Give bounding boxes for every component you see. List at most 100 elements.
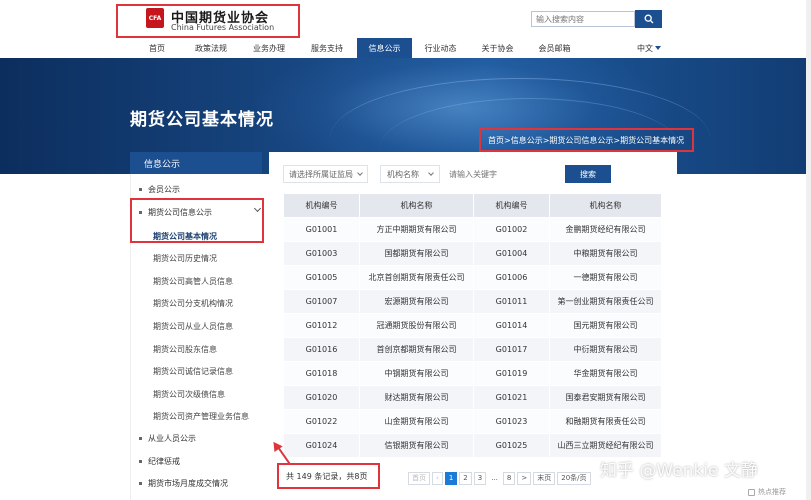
org-name-link[interactable]: 山金期货有限公司 [359,409,474,434]
page-button[interactable]: 3 [473,471,487,485]
sidebar-subitem-staff[interactable]: 期货公司从业人员信息 [153,321,233,332]
nav-item-policy[interactable]: 政策法规 [181,38,241,58]
org-name-link[interactable]: 中衍期货有限公司 [549,337,662,362]
nav-item-home[interactable]: 首页 [133,38,181,58]
breadcrumb[interactable]: 首页>信息公示>期货公司信息公示>期货公司基本情况 [479,128,694,152]
org-code: G01023 [473,409,550,434]
sidebar-item-label: 纪律惩戒 [148,457,180,466]
site-search-button[interactable] [635,10,662,28]
org-code: G01011 [473,289,550,314]
sidebar-subitem-shareholders[interactable]: 期货公司股东信息 [153,344,217,355]
table-row: G01007 宏源期货有限公司 G01011 第一创业期货有限责任公司 [283,289,662,314]
table-row: G01022 山金期货有限公司 G01023 和融期货有限责任公司 [283,409,662,434]
org-name-link[interactable]: 华金期货有限公司 [549,361,662,386]
logo-icon[interactable]: CFA [146,8,164,28]
page-button[interactable]: 1 [444,471,458,485]
nav-item-mail[interactable]: 会员邮箱 [526,38,583,58]
sidebar-subitem-executives[interactable]: 期货公司高管人员信息 [153,276,233,287]
org-code: G01019 [473,361,550,386]
sidebar-subitem-asset-mgmt[interactable]: 期货公司资产管理业务信息 [153,411,249,422]
sidebar-item-label: 期货市场月度成交情况 [148,479,228,488]
watermark: 知乎 @Wenkie 文静 [600,461,758,481]
sidebar-item-label: 会员公示 [148,185,180,194]
org-code: G01003 [283,241,360,266]
field-select[interactable]: 机构名称 [380,165,440,183]
sidebar-item-discipline[interactable]: 纪律惩戒 [139,456,180,467]
org-name-link[interactable]: 宏源期货有限公司 [359,289,474,314]
sidebar-annotation-box [130,198,264,243]
column-header: 机构名称 [359,193,474,218]
org-code: G01004 [473,241,550,266]
table-row: G01020 财达期货有限公司 G01021 国泰君安期货有限公司 [283,385,662,410]
chevron-down-icon [655,46,661,50]
org-name-link[interactable]: 山西三立期货经纪有限公司 [549,433,662,458]
nav-item-service[interactable]: 服务支持 [297,38,357,58]
org-name-link[interactable]: 北京首创期货有限责任公司 [359,265,474,290]
org-code: G01021 [473,385,550,410]
org-name-link[interactable]: 一德期货有限公司 [549,265,662,290]
org-code: G01006 [473,265,550,290]
org-name-link[interactable]: 财达期货有限公司 [359,385,474,410]
nav-item-disclosure[interactable]: 信息公示 [357,38,412,58]
sidebar-subitem-branches[interactable]: 期货公司分支机构情况 [153,298,233,309]
org-name-link[interactable]: 国元期货有限公司 [549,313,662,338]
org-name-link[interactable]: 方正中期期货有限公司 [359,217,474,242]
sidebar-subitem-debt[interactable]: 期货公司次级债信息 [153,389,225,400]
sidebar-subitem-history[interactable]: 期货公司历史情况 [153,253,217,264]
org-code: G01012 [283,313,360,338]
table-row: G01001 方正中期期货有限公司 G01002 金鹏期货经纪有限公司 [283,217,662,242]
page-button[interactable]: 2 [459,471,472,485]
prev-page-button[interactable]: ‹ [432,471,443,485]
column-header: 机构编号 [473,193,550,218]
sidebar-header[interactable]: 信息公示 [130,152,262,174]
org-name-link[interactable]: 中钢期货有限公司 [359,361,474,386]
nav-item-about[interactable]: 关于协会 [469,38,526,58]
org-code: G01005 [283,265,360,290]
org-code: G01018 [283,361,360,386]
org-name-link[interactable]: 和融期货有限责任公司 [549,409,662,434]
sidebar-item-member[interactable]: 会员公示 [139,184,180,195]
regulator-select[interactable]: 请选择所属证监局 [283,165,368,183]
nav-item-business[interactable]: 业务办理 [241,38,297,58]
org-code: G01022 [283,409,360,434]
org-code: G01016 [283,337,360,362]
nav-item-news[interactable]: 行业动态 [412,38,469,58]
column-header: 机构名称 [549,193,662,218]
org-name-link[interactable]: 国都期货有限公司 [359,241,474,266]
column-header: 机构编号 [283,193,360,218]
keyword-input[interactable] [445,165,563,183]
thumbs-up-icon [748,488,755,496]
sidebar-item-monthly[interactable]: 期货市场月度成交情况 [139,478,228,489]
recommend-bar[interactable]: 热点推荐 [748,487,786,497]
search-button[interactable]: 搜索 [565,165,611,183]
org-name-link[interactable]: 冠通期货股份有限公司 [359,313,474,338]
org-name-link[interactable]: 信银期货有限公司 [359,433,474,458]
field-select-label: 机构名称 [387,169,419,179]
last-page-button[interactable]: 末页 [533,471,556,485]
company-table: 机构编号 机构名称 机构编号 机构名称 G01001 方正中期期货有限公司 G010… [283,193,662,458]
logo-mark-text: CFA [148,14,162,22]
sidebar-item-label: 从业人员公示 [148,434,196,443]
sidebar-item-practitioners[interactable]: 从业人员公示 [139,433,196,444]
main-nav: 首页 政策法规 业务办理 服务支持 信息公示 行业动态 关于协会 会员邮箱 [133,38,677,58]
org-name-link[interactable]: 第一创业期货有限责任公司 [549,289,662,314]
language-label: 中文 [637,43,653,53]
table-header-row: 机构编号 机构名称 机构编号 机构名称 [283,193,662,218]
bullet-icon [139,188,142,191]
org-name-link[interactable]: 中粮期货有限公司 [549,241,662,266]
language-switcher[interactable]: 中文 [637,38,661,58]
table-row: G01018 中钢期货有限公司 G01019 华金期货有限公司 [283,361,662,386]
scrollbar[interactable] [806,0,811,500]
sidebar-subitem-integrity[interactable]: 期货公司诚信记录信息 [153,366,233,377]
org-name-link[interactable]: 金鹏期货经纪有限公司 [549,217,662,242]
org-name-link[interactable]: 首创京都期货有限公司 [359,337,474,362]
page-size-select[interactable]: 20条/页 [557,471,591,485]
first-page-button[interactable]: 首页 [408,471,430,485]
bullet-icon [139,460,142,463]
next-page-button[interactable]: > [517,471,532,485]
page-button[interactable]: 8 [502,471,516,485]
site-search-input[interactable] [531,11,635,27]
page-title: 期货公司基本情况 [130,110,274,130]
org-name-link[interactable]: 国泰君安期货有限公司 [549,385,662,410]
bullet-icon [139,482,142,485]
